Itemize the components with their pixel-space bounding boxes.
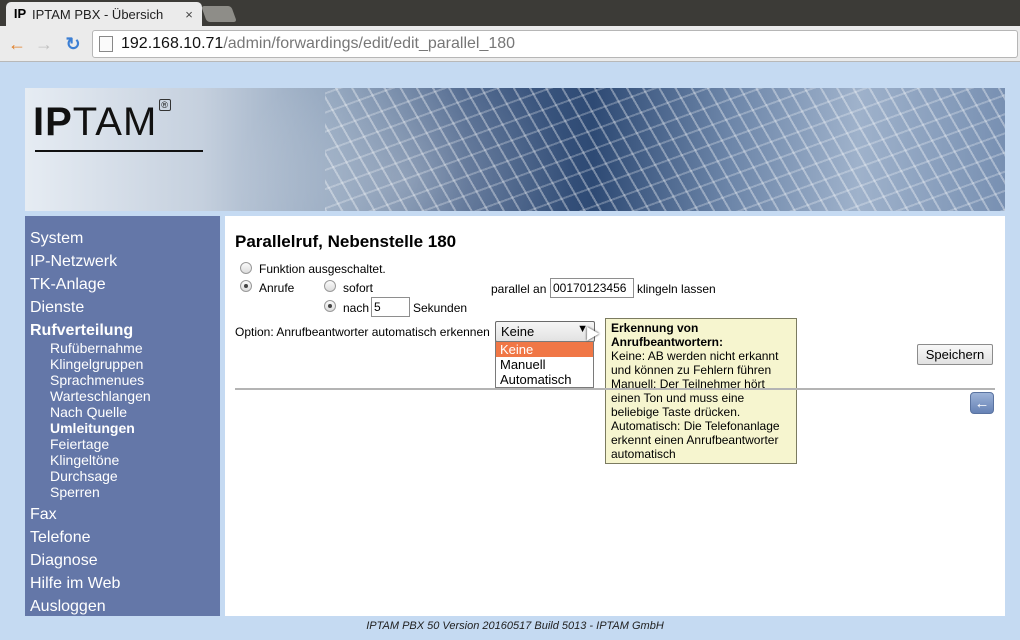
sidebar-item-telefone[interactable]: Telefone	[25, 528, 220, 551]
sidebar-item-hilfe-im-web[interactable]: Hilfe im Web	[25, 574, 220, 597]
ring-label: klingeln lassen	[637, 282, 716, 296]
return-icon[interactable]: ←	[970, 392, 994, 414]
sidebar-subitem-sprachmenues[interactable]: Sprachmenues	[25, 372, 220, 388]
radio-calls[interactable]	[240, 280, 252, 292]
parallel-label: parallel an	[491, 282, 547, 296]
select-dropdown: Keine Manuell Automatisch	[495, 341, 594, 388]
sidebar-submenu: Rufübernahme Klingelgruppen Sprachmenues…	[25, 340, 220, 500]
parallel-number-input[interactable]	[550, 278, 634, 298]
sidebar-subitem-sperren[interactable]: Sperren	[25, 484, 220, 500]
sidebar-nav: System IP-Netzwerk TK-Anlage Dienste Ruf…	[25, 216, 220, 616]
registered-mark: ®	[159, 99, 171, 111]
url-path: /admin/forwardings/edit/edit_parallel_18…	[223, 35, 516, 52]
favicon-icon: IP	[13, 6, 27, 21]
header-banner: IPTAM ®	[25, 88, 1005, 211]
radio-immediate[interactable]	[324, 280, 336, 292]
sidebar-subitem-rufuebernahme[interactable]: Rufübernahme	[25, 340, 220, 356]
sidebar-subitem-klingeltoene[interactable]: Klingeltöne	[25, 452, 220, 468]
radio-calls-label: Anrufe	[259, 281, 295, 295]
forward-arrow-icon[interactable]: →	[33, 33, 55, 55]
new-tab-button[interactable]	[201, 6, 237, 22]
sidebar-subitem-nach-quelle[interactable]: Nach Quelle	[25, 404, 220, 420]
tooltip-title: Erkennung von Anrufbeantwortern:	[611, 321, 723, 349]
browser-toolbar: ← → ↻ 192.168.10.71 /admin/forwardings/e…	[0, 26, 1020, 62]
main-content: Parallelruf, Nebenstelle 180 Funktion au…	[225, 216, 1005, 616]
radio-function-off[interactable]	[240, 262, 252, 274]
select-option-keine[interactable]: Keine	[496, 342, 593, 357]
reload-icon[interactable]: ↻	[62, 33, 84, 55]
radio-after-delay-label: nach	[343, 301, 370, 315]
back-arrow-icon[interactable]: ←	[6, 33, 28, 55]
sidebar-item-ausloggen[interactable]: Ausloggen	[25, 597, 220, 620]
tab-close-icon[interactable]: ×	[182, 7, 196, 22]
save-button[interactable]: Speichern	[917, 344, 993, 365]
answering-machine-select[interactable]: Keine ▼	[495, 321, 595, 342]
logo-underline	[35, 150, 203, 152]
sidebar-subitem-durchsage[interactable]: Durchsage	[25, 468, 220, 484]
radio-after-delay[interactable]	[324, 300, 336, 312]
radio-function-off-label: Funktion ausgeschaltet.	[259, 262, 386, 276]
divider	[235, 388, 995, 390]
sidebar-subitem-umleitungen[interactable]: Umleitungen	[25, 420, 220, 436]
select-option-automatisch[interactable]: Automatisch	[496, 372, 593, 387]
tooltip-body: Keine: AB werden nicht erkannt und könne…	[611, 349, 780, 461]
select-value: Keine	[501, 324, 535, 339]
page-icon	[99, 36, 113, 52]
address-bar[interactable]: 192.168.10.71 /admin/forwardings/edit/ed…	[92, 30, 1018, 58]
tab-title: IPTAM PBX - Übersich	[32, 6, 164, 22]
sidebar-subitem-feiertage[interactable]: Feiertage	[25, 436, 220, 452]
radio-immediate-label: sofort	[343, 281, 374, 295]
sidebar-item-system[interactable]: System	[25, 229, 220, 252]
sidebar-item-dienste[interactable]: Dienste	[25, 298, 220, 321]
sidebar-item-ip-netzwerk[interactable]: IP-Netzwerk	[25, 252, 220, 275]
browser-tab-bar: IP IPTAM PBX - Übersich ×	[0, 0, 1020, 26]
url-host: 192.168.10.71	[121, 35, 224, 52]
footer-version: IPTAM PBX 50 Version 20160517 Build 5013…	[366, 620, 664, 632]
browser-tab[interactable]: IP IPTAM PBX - Übersich ×	[6, 2, 202, 26]
banner-grid-pattern	[325, 88, 1005, 211]
page-title: Parallelruf, Nebenstelle 180	[235, 232, 457, 251]
option-label: Option: Anrufbeantworter automatisch erk…	[235, 325, 490, 339]
delay-unit-label: Sekunden	[413, 301, 468, 315]
iptam-logo: IPTAM ®	[33, 99, 171, 144]
delay-seconds-input[interactable]	[371, 297, 410, 317]
sidebar-subitem-warteschlangen[interactable]: Warteschlangen	[25, 388, 220, 404]
sidebar-item-fax[interactable]: Fax	[25, 505, 220, 528]
sidebar-item-tk-anlage[interactable]: TK-Anlage	[25, 275, 220, 298]
sidebar-item-diagnose[interactable]: Diagnose	[25, 551, 220, 574]
help-tooltip: Erkennung von Anrufbeantwortern: Keine: …	[605, 318, 797, 464]
sidebar-subitem-klingelgruppen[interactable]: Klingelgruppen	[25, 356, 220, 372]
select-option-manuell[interactable]: Manuell	[496, 357, 593, 372]
